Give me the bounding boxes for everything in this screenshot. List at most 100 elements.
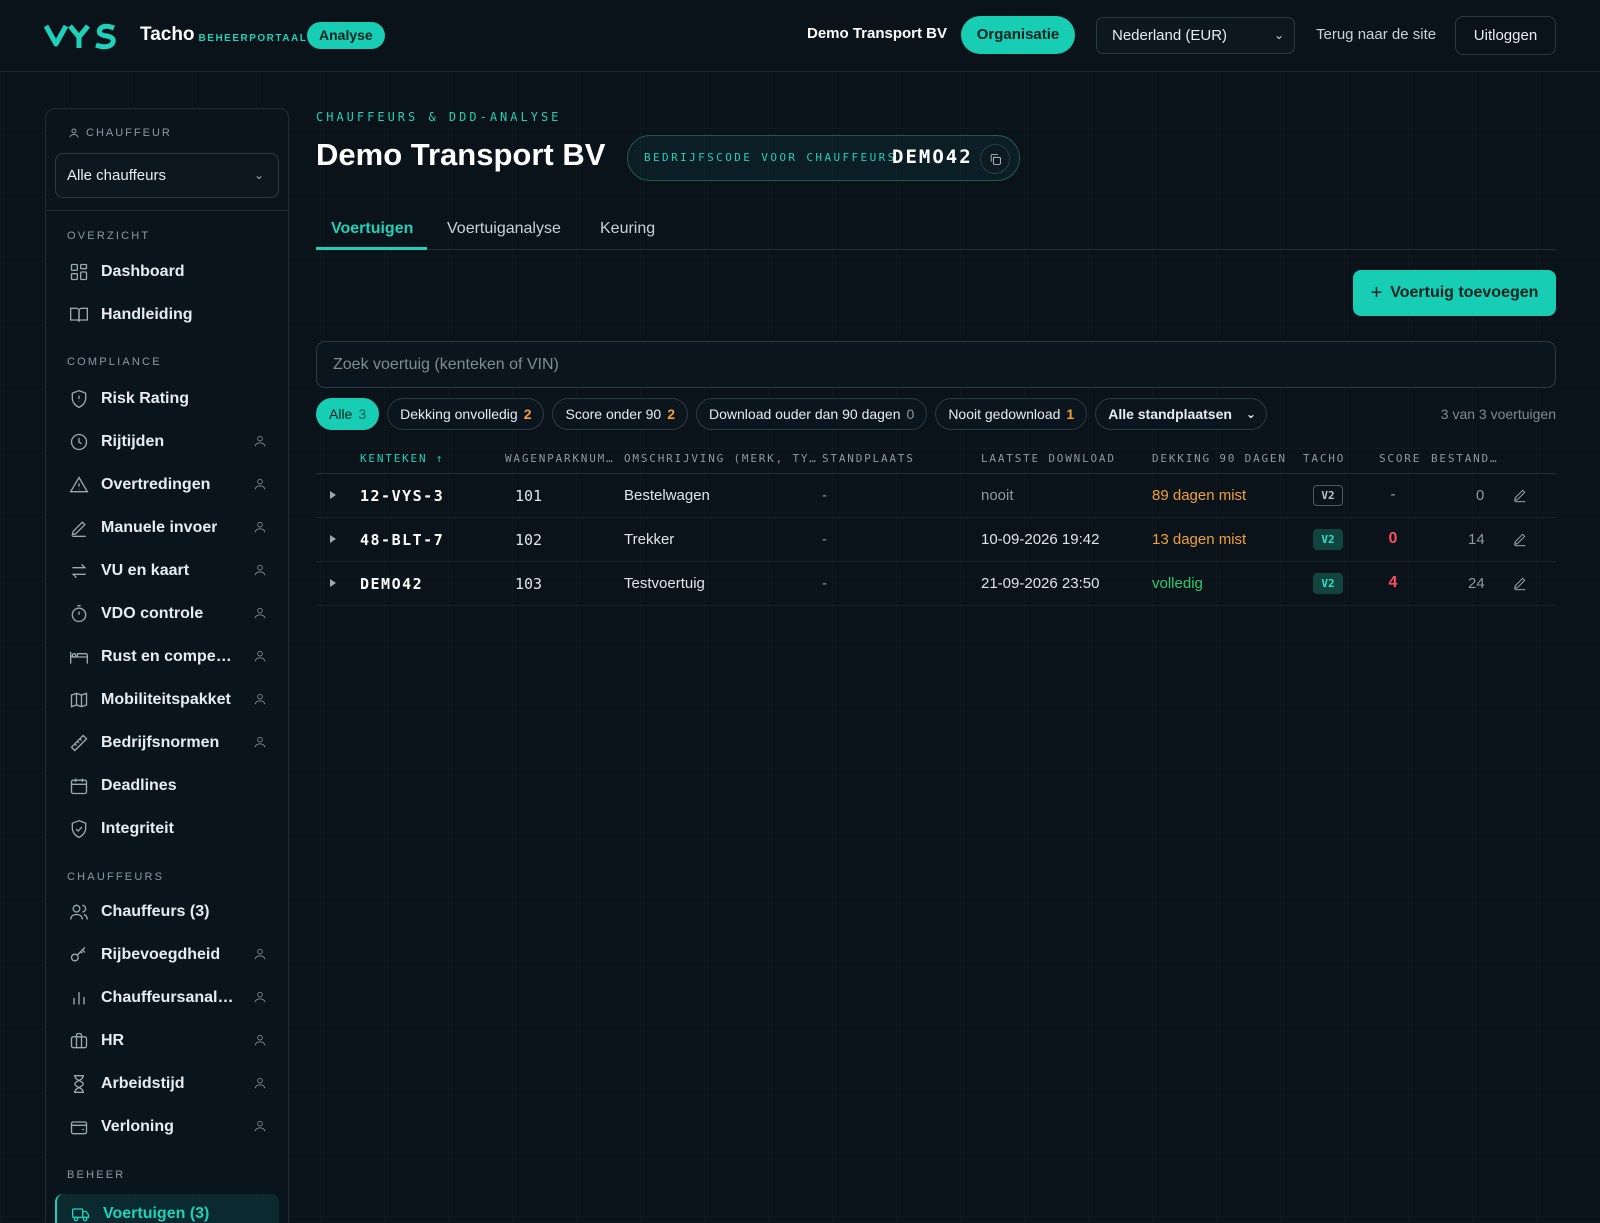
filter-chips: Alle 3 Dekking onvolledig 2 Score onder … xyxy=(316,398,1267,430)
sidebar-item-integriteit[interactable]: Integriteit xyxy=(55,809,279,849)
col-tacho[interactable]: TACHO xyxy=(1303,452,1345,465)
top-bar: Tacho BEHEERPORTAAL Analyse Demo Transpo… xyxy=(0,0,1600,72)
sidebar-item-chauffeurs[interactable]: Chauffeurs (3) xyxy=(55,892,279,932)
organization-button[interactable]: Organisatie xyxy=(961,16,1075,54)
sidebar-item-rust-en-compensatie[interactable]: Rust en compen… xyxy=(55,637,279,677)
add-vehicle-label: Voertuig toevoegen xyxy=(1390,284,1539,301)
filter-nooit-gedownload[interactable]: Nooit gedownload 1 xyxy=(935,398,1088,430)
sidebar-divider xyxy=(46,210,288,211)
col-kenteken[interactable]: KENTEKEN ↑ xyxy=(360,452,444,465)
country-select[interactable]: Nederland (EUR) ⌄ xyxy=(1096,17,1295,54)
table-row[interactable]: DEMO42 103 Testvoertuig - 21-09-2026 23:… xyxy=(316,562,1556,606)
users-icon xyxy=(69,902,89,922)
cell-score: 0 xyxy=(1388,530,1398,547)
sidebar-item-arbeidstijd[interactable]: Arbeidstijd xyxy=(55,1064,279,1104)
cell-description: Trekker xyxy=(624,531,675,548)
sidebar-item-label: Voertuigen (3) xyxy=(103,1205,210,1222)
sidebar-item-bedrijfsnormen[interactable]: Bedrijfsnormen xyxy=(55,723,279,763)
sidebar-item-label: Mobiliteitspakket xyxy=(101,691,231,708)
warning-icon xyxy=(69,475,89,495)
sidebar-item-label: VU en kaart xyxy=(101,562,190,579)
chevron-down-icon: ⌄ xyxy=(1273,28,1284,42)
sidebar-item-overtredingen[interactable]: Overtredingen xyxy=(55,465,279,505)
expand-row-icon[interactable] xyxy=(330,535,336,543)
table-row[interactable]: 48-BLT-7 102 Trekker - 10-09-2026 19:42 … xyxy=(316,518,1556,562)
table-header: KENTEKEN ↑ WAGENPARKNUM… OMSCHRIJVING (M… xyxy=(316,442,1556,474)
expand-row-icon[interactable] xyxy=(330,579,336,587)
organization-name: Demo Transport BV xyxy=(807,25,948,42)
col-dekking[interactable]: DEKKING 90 DAGEN xyxy=(1152,452,1287,465)
sidebar-item-label: Rijbevoegdheid xyxy=(101,946,221,963)
add-vehicle-button[interactable]: + Voertuig toevoegen xyxy=(1353,270,1556,316)
sidebar-item-handleiding[interactable]: Handleiding xyxy=(55,295,279,335)
filter-label: Nooit gedownload xyxy=(948,406,1061,422)
tab-voertuiganalyse[interactable]: Voertuiganalyse xyxy=(447,220,561,238)
sidebar-item-vdo-controle[interactable]: VDO controle xyxy=(55,594,279,634)
sidebar-item-label: Manuele invoer xyxy=(101,519,218,536)
filter-count: 2 xyxy=(667,406,676,422)
tab-keuring[interactable]: Keuring xyxy=(600,220,655,238)
col-omschrijving[interactable]: OMSCHRIJVING (MERK, TY… xyxy=(624,452,818,465)
driver-scope-icon xyxy=(253,1076,267,1095)
col-laatste-download[interactable]: LAATSTE DOWNLOAD xyxy=(981,452,1116,465)
col-score[interactable]: SCORE xyxy=(1379,452,1421,465)
table-row[interactable]: 12-VYS-3 101 Bestelwagen - nooit 89 dage… xyxy=(316,474,1556,518)
section-beheer: BEHEER xyxy=(67,1169,126,1181)
sidebar-item-label: HR xyxy=(101,1032,125,1049)
sidebar-item-mobiliteitspakket[interactable]: Mobiliteitspakket xyxy=(55,680,279,720)
edit-icon[interactable] xyxy=(1512,531,1528,552)
filter-dekking-onvolledig[interactable]: Dekking onvolledig 2 xyxy=(387,398,545,430)
driver-scope-icon xyxy=(253,692,267,711)
sidebar-item-rijtijden[interactable]: Rijtijden xyxy=(55,422,279,462)
tacho-badge: V2 xyxy=(1313,529,1343,550)
filter-label: Dekking onvolledig xyxy=(400,406,518,422)
filter-score-onder-90[interactable]: Score onder 90 2 xyxy=(552,398,689,430)
sidebar-item-voertuigen[interactable]: Voertuigen (3) xyxy=(55,1194,279,1223)
back-to-site-link[interactable]: Terug naar de site xyxy=(1316,26,1436,43)
vehicle-search-input[interactable] xyxy=(316,341,1556,388)
filter-alle[interactable]: Alle 3 xyxy=(316,398,380,430)
sidebar-item-manuele-invoer[interactable]: Manuele invoer xyxy=(55,508,279,548)
sidebar-item-chauffeursanalyse[interactable]: Chauffeursanaly… xyxy=(55,978,279,1018)
sidebar-item-verloning[interactable]: Verloning xyxy=(55,1107,279,1147)
section-compliance: COMPLIANCE xyxy=(67,356,162,368)
tab-voertuigen[interactable]: Voertuigen xyxy=(331,220,413,238)
col-standplaats[interactable]: STANDPLAATS xyxy=(822,452,915,465)
sidebar-item-label: Overtredingen xyxy=(101,476,211,493)
sidebar-item-rijbevoegdheid[interactable]: Rijbevoegdheid xyxy=(55,935,279,975)
bed-icon xyxy=(69,647,89,667)
sidebar-item-label: Verloning xyxy=(101,1118,174,1135)
col-wagenparknummer[interactable]: WAGENPARKNUM… xyxy=(505,452,615,465)
logout-button[interactable]: Uitloggen xyxy=(1455,16,1556,55)
copy-icon xyxy=(990,153,1001,165)
filter-download-ouder[interactable]: Download ouder dan 90 dagen 0 xyxy=(696,398,928,430)
map-icon xyxy=(69,690,89,710)
sidebar-item-risk-rating[interactable]: Risk Rating xyxy=(55,379,279,419)
sidebar-item-vu-en-kaart[interactable]: VU en kaart xyxy=(55,551,279,591)
cell-last-download: 21-09-2026 23:50 xyxy=(981,575,1100,592)
section-chauffeurs: CHAUFFEURS xyxy=(67,871,165,883)
sidebar-item-deadlines[interactable]: Deadlines xyxy=(55,766,279,806)
edit-icon[interactable] xyxy=(1512,575,1528,596)
cell-location: - xyxy=(822,487,827,504)
expand-row-icon[interactable] xyxy=(330,491,336,499)
chauffeur-filter-label: CHAUFFEUR xyxy=(68,127,172,139)
sidebar-item-dashboard[interactable]: Dashboard xyxy=(55,252,279,292)
location-select[interactable]: Alle standplaatsen ⌄ xyxy=(1095,398,1267,430)
logo[interactable]: Tacho BEHEERPORTAAL xyxy=(44,20,307,50)
analyse-badge[interactable]: Analyse xyxy=(307,22,385,49)
filter-label: Alle xyxy=(329,406,353,422)
hourglass-icon xyxy=(69,1074,89,1094)
transfer-icon xyxy=(69,561,89,581)
key-icon xyxy=(69,945,89,965)
col-bestanden[interactable]: BESTAND… xyxy=(1431,452,1498,465)
copy-code-button[interactable] xyxy=(980,144,1010,174)
edit-icon[interactable] xyxy=(1512,487,1528,508)
filter-count: 1 xyxy=(1066,406,1075,422)
sidebar-item-label: Arbeidstijd xyxy=(101,1075,185,1092)
cell-plate: 12-VYS-3 xyxy=(360,487,445,505)
cell-location: - xyxy=(822,531,827,548)
sidebar-item-hr[interactable]: HR xyxy=(55,1021,279,1061)
chauffeur-select[interactable]: Alle chauffeurs ⌄ xyxy=(55,153,279,198)
shield-check-icon xyxy=(69,819,89,839)
